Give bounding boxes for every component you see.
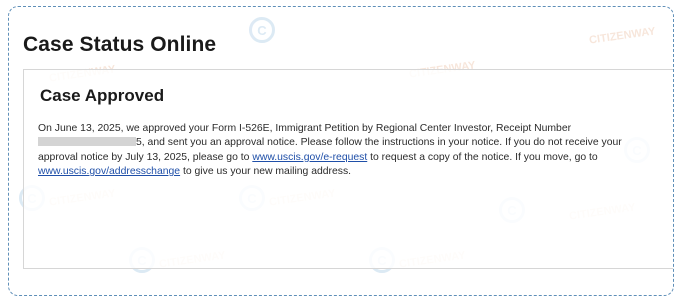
case-text-line1: On June 13, 2025, we approved your Form … <box>38 123 572 134</box>
case-status-description: On June 13, 2025, we approved your Form … <box>38 122 673 179</box>
case-text-line3-end: to request a copy of the notice. If you … <box>367 151 598 163</box>
case-text-line3-start: approval notice by July 13, 2025, please… <box>38 151 253 163</box>
watermark: CITIZENWAY <box>588 25 656 46</box>
case-status-panel: C CITIZENWAY CITIZENWAY CITIZENWAY C C C… <box>8 6 674 296</box>
request-copy-link[interactable]: www.uscis.gov/e-request <box>252 152 367 163</box>
address-change-link[interactable]: www.uscis.gov/addresschange <box>38 166 180 177</box>
watermark-logo-icon: C <box>249 17 275 43</box>
case-text-line2: 5, and sent you an approval notice. Plea… <box>136 137 622 149</box>
redacted-receipt-number <box>38 137 136 147</box>
watermark: C <box>249 17 275 43</box>
case-status-heading: Case Approved <box>40 86 165 105</box>
watermark-text: CITIZENWAY <box>588 25 657 47</box>
page-title: Case Status Online <box>23 33 217 56</box>
case-status-card: Case Approved On June 13, 2025, we appro… <box>23 69 673 269</box>
case-text-line4: to give us your new mailing address. <box>180 165 352 177</box>
